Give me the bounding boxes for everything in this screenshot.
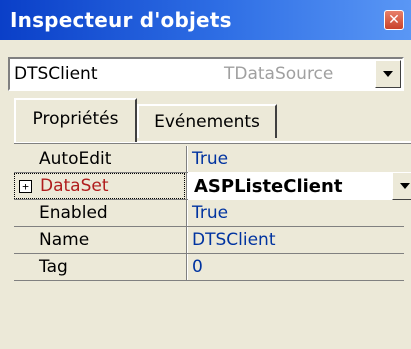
object-inspector-window: Inspecteur d'objets ✕ DTSClient TDataSou… <box>0 0 411 349</box>
expand-plus-icon[interactable]: + <box>19 180 32 193</box>
tab-properties[interactable]: Propriétés <box>14 98 137 142</box>
column-divider[interactable] <box>186 227 188 253</box>
property-name: Tag <box>39 257 68 277</box>
property-value[interactable]: DTSClient <box>192 227 404 253</box>
property-name-cell: Enabled <box>14 200 185 226</box>
tab-events[interactable]: Evénements <box>137 104 277 138</box>
dataset-dropdown-button[interactable] <box>392 172 411 200</box>
tab-events-label: Evénements <box>154 112 260 132</box>
close-icon: ✕ <box>388 12 400 28</box>
component-type: TDataSource <box>224 64 334 84</box>
property-name-cell: Tag <box>14 254 185 280</box>
property-row-autoedit[interactable]: AutoEdit True <box>14 146 404 173</box>
property-grid: AutoEdit True + DataSet ASPListeClient E… <box>14 146 411 281</box>
column-divider[interactable] <box>186 146 188 172</box>
property-value-input[interactable]: ASPListeClient <box>188 176 342 197</box>
property-name-cell: Name <box>14 227 185 253</box>
property-row-dataset[interactable]: + DataSet ASPListeClient <box>14 172 411 200</box>
component-name: DTSClient <box>14 64 98 84</box>
chevron-down-icon <box>383 71 393 77</box>
tab-strip-shadow <box>14 143 411 144</box>
property-value[interactable]: True <box>192 200 404 226</box>
property-name-cell: AutoEdit <box>14 146 185 172</box>
property-value[interactable]: 0 <box>192 254 404 280</box>
title-bar[interactable]: Inspecteur d'objets ✕ <box>0 0 411 40</box>
column-divider[interactable] <box>186 200 188 226</box>
dataset-value-editor[interactable]: ASPListeClient <box>188 172 411 200</box>
property-row-enabled[interactable]: Enabled True <box>14 200 404 227</box>
property-row-name[interactable]: Name DTSClient <box>14 227 404 254</box>
property-row-tag[interactable]: Tag 0 <box>14 254 404 281</box>
chevron-down-icon <box>400 183 410 189</box>
property-name-cell: + DataSet <box>14 173 185 199</box>
column-divider[interactable] <box>186 254 188 280</box>
property-name: Enabled <box>39 203 108 223</box>
property-name: AutoEdit <box>39 149 112 169</box>
component-selector[interactable]: DTSClient TDataSource <box>8 57 404 91</box>
close-button[interactable]: ✕ <box>384 10 404 30</box>
window-title: Inspecteur d'objets <box>10 8 232 32</box>
property-value[interactable]: True <box>192 146 404 172</box>
tab-properties-label: Propriétés <box>32 109 119 129</box>
component-dropdown-button[interactable] <box>375 60 401 88</box>
property-name: Name <box>39 230 90 250</box>
